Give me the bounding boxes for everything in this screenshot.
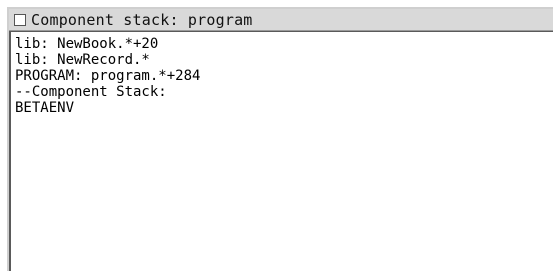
- title-bar[interactable]: Component stack: program: [9, 9, 553, 31]
- stack-line: --Component Stack:: [15, 84, 167, 100]
- stack-line: lib: NewRecord.*: [15, 52, 150, 68]
- stack-line: BETAENV: [15, 100, 75, 116]
- stack-line: lib: NewBook.*+20: [15, 36, 159, 52]
- stack-line: PROGRAM: program.*+284: [15, 68, 201, 84]
- window-menu-box-icon[interactable]: [14, 13, 26, 26]
- window-title: Component stack: program: [31, 10, 253, 29]
- stack-text-area[interactable]: lib: NewBook.*+20 lib: NewRecord.* PROGR…: [9, 31, 553, 271]
- component-stack-window: Component stack: program lib: NewBook.*+…: [7, 7, 553, 271]
